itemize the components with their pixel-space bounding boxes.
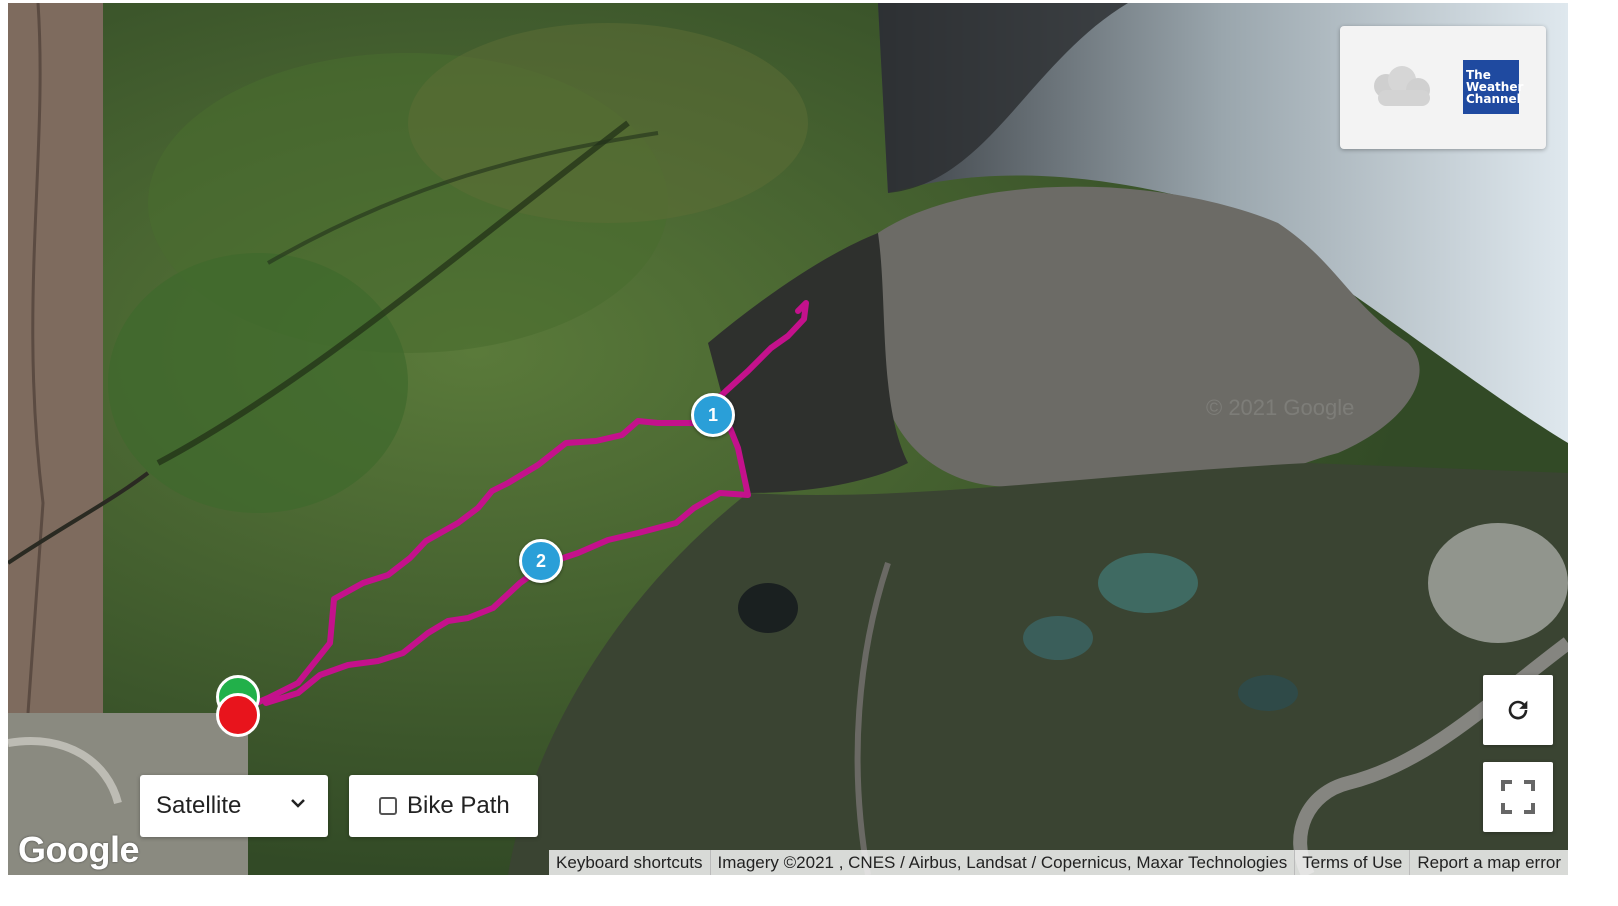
waypoint-marker-2[interactable]: 2 xyxy=(519,539,563,583)
waypoint-marker-1[interactable]: 1 xyxy=(691,393,735,437)
bike-path-label: Bike Path xyxy=(407,792,510,819)
keyboard-shortcuts-link[interactable]: Keyboard shortcuts xyxy=(549,850,709,875)
weather-widget[interactable]: The Weather Channel xyxy=(1340,26,1546,149)
logo-line: Channel xyxy=(1466,92,1521,106)
google-logo: Google xyxy=(18,829,140,870)
imagery-attribution: Imagery ©2021 , CNES / Airbus, Landsat /… xyxy=(709,850,1295,875)
route-layer xyxy=(235,300,809,714)
report-map-error-link[interactable]: Report a map error xyxy=(1409,850,1568,875)
fullscreen-button[interactable] xyxy=(1483,762,1553,832)
chevron-down-icon xyxy=(291,799,305,808)
map-watermark: © 2021 Google xyxy=(1206,395,1355,420)
refresh-icon xyxy=(1508,700,1528,720)
waypoint-label: 1 xyxy=(707,404,718,425)
bike-path-toggle[interactable]: Bike Path xyxy=(349,775,538,837)
weather-channel-logo: The Weather Channel xyxy=(1463,60,1523,114)
fullscreen-icon xyxy=(1501,780,1535,814)
map-canvas[interactable]: 1 2 © 2021 Google The Weather Channel Sa… xyxy=(8,3,1568,875)
cloud-icon xyxy=(1374,66,1430,106)
refresh-button[interactable] xyxy=(1483,675,1553,745)
route-end-marker[interactable] xyxy=(216,693,260,737)
bike-path-checkbox[interactable] xyxy=(379,797,397,815)
map-attribution-bar: Keyboard shortcuts Imagery ©2021 , CNES … xyxy=(549,850,1568,875)
map-type-selected: Satellite xyxy=(156,792,242,819)
waypoint-label: 2 xyxy=(535,550,546,571)
map-type-select[interactable]: Satellite xyxy=(140,775,328,837)
route-line xyxy=(235,300,809,714)
terms-of-use-link[interactable]: Terms of Use xyxy=(1294,850,1409,875)
